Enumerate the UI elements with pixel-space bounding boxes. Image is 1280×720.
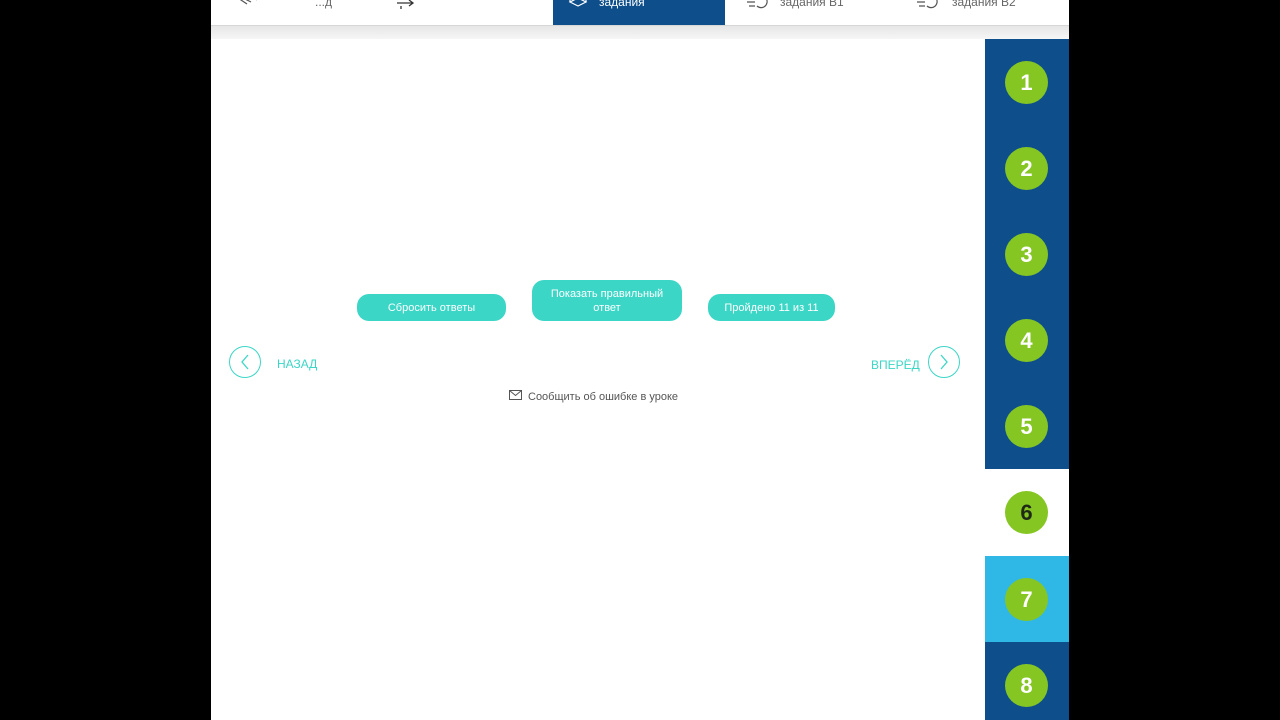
tab-tasks-b2-label: задания В2	[952, 0, 1016, 9]
cube-icon	[567, 0, 589, 13]
step-number: 8	[1005, 664, 1048, 707]
reset-answers-button[interactable]: Сбросить ответы	[357, 294, 506, 321]
tab-1[interactable]: ...д	[211, 0, 381, 25]
show-answer-button[interactable]: Показать правильный ответ	[532, 280, 682, 321]
step-number: 4	[1005, 319, 1048, 362]
step-8[interactable]: 8	[985, 642, 1069, 720]
tab-1-label: ...д	[315, 0, 333, 9]
step-number: 2	[1005, 147, 1048, 190]
tab-tasks-b1-label: задания В1	[780, 0, 844, 9]
top-tab-bar: ...д задания задания В1 задания В2	[211, 0, 1069, 26]
back-label[interactable]: НАЗАД	[277, 357, 317, 371]
forward-button[interactable]	[928, 346, 960, 378]
step-7[interactable]: 7	[985, 556, 1069, 642]
step-6[interactable]: 6	[985, 469, 1069, 555]
step-number: 1	[1005, 61, 1048, 104]
step-number: 3	[1005, 233, 1048, 276]
report-error-label: Сообщить об ошибке в уроке	[528, 390, 679, 403]
back-button[interactable]	[229, 346, 261, 378]
progress-button[interactable]: Пройдено 11 из 11	[708, 294, 835, 321]
step-number: 7	[1005, 578, 1048, 621]
step-1[interactable]: 1	[985, 39, 1069, 125]
tab-tasks-b1[interactable]: задания В1	[725, 0, 897, 25]
arrows-icon	[395, 0, 417, 13]
report-error-link[interactable]: Сообщить об ошибке в уроке	[509, 390, 678, 403]
chevron-left-icon	[241, 354, 249, 370]
step-5[interactable]: 5	[985, 383, 1069, 469]
megaphone-icon	[233, 0, 259, 11]
forward-label[interactable]: ВПЕРЁД	[871, 358, 920, 372]
envelope-icon	[509, 390, 522, 403]
lesson-page: ...д задания задания В1 задания В2 Сброс…	[211, 0, 1069, 720]
step-number: 5	[1005, 405, 1048, 448]
tab-2[interactable]	[381, 0, 553, 25]
topbar-shadow	[211, 26, 1069, 39]
target-icon	[743, 0, 769, 13]
chevron-right-icon	[940, 354, 948, 370]
step-rail: 1 2 3 4 5 6 7 8	[985, 39, 1069, 720]
step-number: 6	[1005, 491, 1048, 534]
step-3[interactable]: 3	[985, 211, 1069, 297]
step-4[interactable]: 4	[985, 297, 1069, 383]
tab-tasks-label: задания	[599, 0, 645, 9]
tab-tasks-b2[interactable]: задания В2	[897, 0, 1069, 25]
step-2[interactable]: 2	[985, 125, 1069, 211]
target-icon	[913, 0, 939, 13]
tab-tasks[interactable]: задания	[553, 0, 725, 25]
